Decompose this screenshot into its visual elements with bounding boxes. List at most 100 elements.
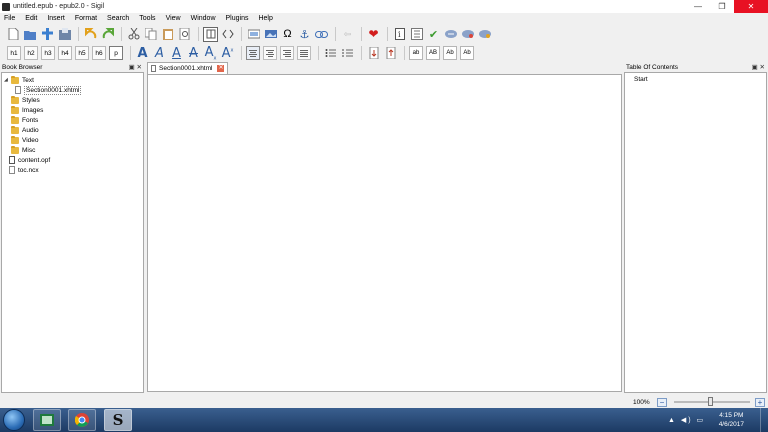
folder-icon: [11, 145, 19, 154]
menu-tools[interactable]: Tools: [134, 15, 160, 22]
tree-folder-images[interactable]: Images: [11, 105, 43, 115]
undo-icon[interactable]: [83, 27, 98, 42]
special-character-icon[interactable]: Ω: [280, 27, 295, 42]
toc-entry-start[interactable]: Start: [634, 76, 648, 83]
paragraph-button[interactable]: p: [109, 46, 123, 60]
close-button[interactable]: ✕: [734, 0, 768, 13]
tree-file-section[interactable]: Section0001.xhtml: [15, 85, 82, 95]
tree-folder-styles[interactable]: Styles: [11, 95, 40, 105]
italic-icon[interactable]: A: [152, 46, 167, 61]
panel-float-close-icon[interactable]: ▣ ✕: [752, 63, 765, 71]
bullet-list-icon[interactable]: [323, 46, 338, 61]
menu-window[interactable]: Window: [186, 15, 221, 22]
menu-view[interactable]: View: [161, 15, 186, 22]
tree-folder-misc[interactable]: Misc: [11, 145, 35, 155]
align-right-icon[interactable]: [280, 46, 294, 60]
heading-h5-button[interactable]: h5: [75, 46, 89, 60]
zoom-slider-handle[interactable]: [708, 397, 713, 406]
paste-icon[interactable]: [160, 27, 175, 42]
toc-header: Table Of Contents ▣ ✕: [624, 63, 768, 72]
tree-file-ncx[interactable]: toc.ncx: [9, 165, 39, 175]
heading-h3-button[interactable]: h3: [41, 46, 55, 60]
increase-indent-icon[interactable]: [383, 46, 398, 61]
link-icon[interactable]: [314, 27, 329, 42]
metadata-icon[interactable]: i: [392, 27, 407, 42]
new-file-icon[interactable]: [6, 27, 21, 42]
heading-h6-button[interactable]: h6: [92, 46, 106, 60]
save-icon[interactable]: [57, 27, 72, 42]
uppercase-button[interactable]: AB: [426, 46, 440, 60]
spellcheck-icon[interactable]: [443, 27, 458, 42]
code-view-icon[interactable]: [220, 27, 235, 42]
table-of-contents-icon[interactable]: [409, 27, 424, 42]
show-desktop-button[interactable]: [760, 408, 768, 432]
subscript-icon[interactable]: Ax: [203, 45, 218, 62]
menu-search[interactable]: Search: [102, 15, 134, 22]
system-tray-icons[interactable]: ▲ ◀) ▭: [668, 416, 705, 424]
validate-check-icon[interactable]: ✔: [426, 27, 441, 42]
numbered-list-icon[interactable]: [340, 46, 355, 61]
heading-h1-button[interactable]: h1: [7, 46, 21, 60]
toolbar-separator: [130, 46, 131, 60]
titlecase-button[interactable]: Ab: [443, 46, 457, 60]
strikethrough-icon[interactable]: A: [186, 46, 201, 61]
open-folder-icon[interactable]: [23, 27, 38, 42]
align-center-icon[interactable]: [263, 46, 277, 60]
tree-folder-audio[interactable]: Audio: [11, 125, 39, 135]
ncx-file-icon: [9, 166, 15, 174]
menu-file[interactable]: File: [0, 15, 20, 22]
donate-heart-icon[interactable]: ❤: [366, 27, 381, 42]
start-button[interactable]: [3, 409, 25, 431]
panel-float-close-icon[interactable]: ▣ ✕: [129, 63, 142, 71]
taskbar-app-excel[interactable]: [33, 409, 61, 431]
anchor-icon[interactable]: ⚓: [297, 27, 312, 42]
superscript-icon[interactable]: Ax: [220, 46, 235, 61]
taskbar-app-sigil[interactable]: S: [104, 409, 132, 431]
tree-label: Images: [22, 106, 44, 114]
lowercase-button[interactable]: ab: [409, 46, 423, 60]
insert-file-icon[interactable]: [246, 27, 261, 42]
insert-image-icon[interactable]: [263, 27, 278, 42]
taskbar-app-chrome[interactable]: [68, 409, 96, 431]
menu-edit[interactable]: Edit: [20, 15, 42, 22]
menu-format[interactable]: Format: [70, 15, 102, 22]
menu-plugins[interactable]: Plugins: [221, 15, 254, 22]
well-formed-check-icon[interactable]: [460, 27, 475, 42]
close-tab-icon[interactable]: ✕: [217, 65, 225, 72]
heading-h2-button[interactable]: h2: [24, 46, 38, 60]
back-arrow-icon[interactable]: ⇦: [340, 27, 355, 42]
format-toolbar: h1 h2 h3 h4 h5 h6 p A A A A Ax Ax ab AB …: [0, 43, 768, 63]
justify-icon[interactable]: [297, 46, 311, 60]
report-icon[interactable]: [477, 27, 492, 42]
redo-icon[interactable]: [100, 27, 115, 42]
add-file-icon[interactable]: [40, 27, 55, 42]
minimize-button[interactable]: —: [686, 0, 710, 13]
align-left-icon[interactable]: [246, 46, 260, 60]
copy-icon[interactable]: [143, 27, 158, 42]
menu-insert[interactable]: Insert: [42, 15, 70, 22]
collapse-arrow-icon[interactable]: ◢: [4, 77, 10, 83]
heading-h4-button[interactable]: h4: [58, 46, 72, 60]
zoom-level: 100%: [633, 398, 650, 406]
editor-area[interactable]: [147, 74, 622, 392]
cut-icon[interactable]: [126, 27, 141, 42]
clock[interactable]: 4:15 PM 4/6/2017: [719, 411, 744, 429]
folder-icon: [11, 105, 19, 114]
decrease-indent-icon[interactable]: [366, 46, 381, 61]
book-view-icon[interactable]: [203, 26, 218, 42]
find-icon[interactable]: [177, 27, 192, 42]
toolbar-separator: [318, 46, 319, 60]
tree-file-opf[interactable]: content.opf: [9, 155, 50, 165]
zoom-out-button[interactable]: −: [657, 398, 667, 407]
bold-icon[interactable]: A: [135, 46, 150, 61]
tree-folder-text[interactable]: ◢ Text: [4, 75, 34, 85]
zoom-in-button[interactable]: +: [755, 398, 765, 407]
menu-help[interactable]: Help: [253, 15, 277, 22]
underline-icon[interactable]: A: [169, 46, 184, 61]
capitalize-button[interactable]: Ab: [460, 46, 474, 60]
maximize-button[interactable]: ❐: [710, 0, 734, 13]
tab-section0001[interactable]: Section0001.xhtml ✕: [147, 62, 229, 74]
tree-folder-video[interactable]: Video: [11, 135, 39, 145]
sigil-app-icon[interactable]: [2, 2, 10, 11]
tree-folder-fonts[interactable]: Fonts: [11, 115, 38, 125]
